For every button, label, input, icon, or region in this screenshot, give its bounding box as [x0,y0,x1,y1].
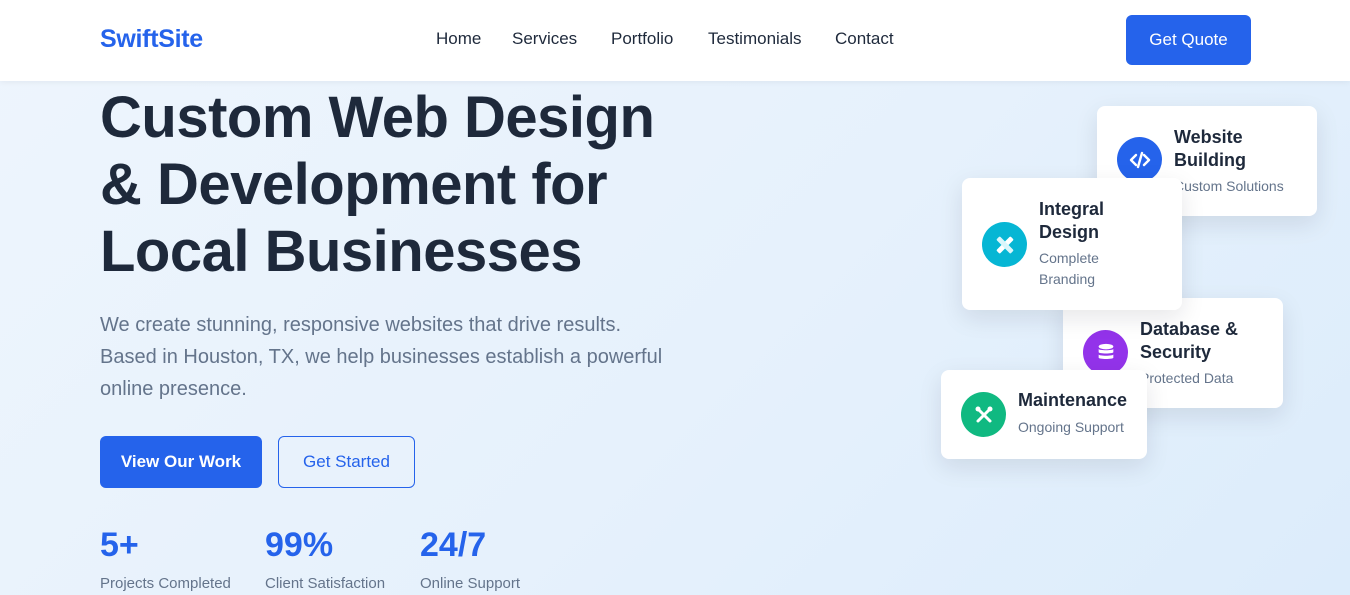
nav-link-home[interactable]: Home [436,29,481,49]
hero-description: We create stunning, responsive websites … [100,309,720,405]
stat-projects: 5+ Projects Completed [100,524,231,592]
card-subtitle-line: Custom Solutions [1174,178,1284,194]
card-subtitle: Ongoing Support [1018,417,1124,438]
card-subtitle-line: Protected Data [1140,370,1234,386]
hero-description-line: Based in Houston, TX, we help businesses… [100,346,663,368]
nav-link-services[interactable]: Services [512,29,577,49]
nav-link-testimonials[interactable]: Testimonials [708,29,802,49]
stat-value: 5+ [100,526,139,564]
tools-icon [961,392,1006,437]
design-tools-icon [982,222,1027,267]
hero-title-line: & Development for [100,152,608,217]
card-subtitle: Custom Solutions [1174,176,1284,197]
stat-label: Projects Completed [100,575,231,592]
stat-value: 99% [265,526,334,564]
stat-support: 24/7 Online Support [420,524,520,592]
card-subtitle: Protected Data [1140,368,1233,389]
card-subtitle-line: Complete [1039,250,1099,266]
card-title-line: Website [1174,127,1243,147]
service-card-maintenance[interactable]: Maintenance Ongoing Support [941,370,1147,459]
get-started-button[interactable]: Get Started [278,436,415,488]
logo[interactable]: SwiftSite [100,25,203,54]
card-title-line: Security [1140,342,1212,362]
card-title-line: Database & [1140,319,1239,339]
card-title-line: Building [1174,150,1246,170]
card-subtitle-line: Ongoing Support [1018,419,1124,435]
code-icon [1117,137,1162,182]
service-card-integral-design[interactable]: Integral Design Complete Branding [962,178,1182,310]
hero-title-line: Custom Web Design [100,85,655,150]
card-title: Database & Security [1140,318,1238,364]
card-title-line: Maintenance [1018,390,1128,410]
card-title-line: Design [1039,222,1100,242]
hero-title-line: Local Businesses [100,219,583,284]
hero-description-line: We create stunning, responsive websites … [100,314,621,336]
stat-value: 24/7 [420,526,487,564]
nav-link-contact[interactable]: Contact [835,29,894,49]
stat-label: Online Support [420,575,521,592]
hero-title: Custom Web Design & Development for Loca… [100,84,740,285]
nav-link-portfolio[interactable]: Portfolio [611,29,673,49]
card-title: Website Building [1174,126,1246,172]
hero-description-line: online presence. [100,378,247,400]
site-header: SwiftSite Home Services Portfolio Testim… [0,0,1350,81]
view-our-work-button[interactable]: View Our Work [100,436,262,488]
database-icon [1083,330,1128,375]
stat-label: Client Satisfaction [265,575,386,592]
card-subtitle: Complete Branding [1039,248,1099,290]
card-subtitle-line: Branding [1039,271,1096,287]
card-title-line: Integral [1039,199,1105,219]
stat-satisfaction: 99% Client Satisfaction [265,524,385,592]
card-title: Maintenance [1018,389,1127,412]
get-quote-button[interactable]: Get Quote [1126,15,1251,65]
card-title: Integral Design [1039,198,1104,244]
